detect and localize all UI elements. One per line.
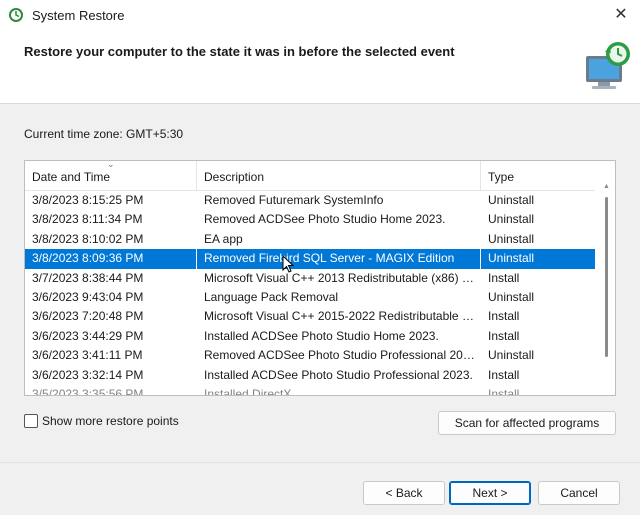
- row-description: Installed DirectX: [204, 386, 292, 396]
- row-description: Installed ACDSee Photo Studio Home 2023.: [204, 328, 439, 343]
- cancel-button[interactable]: Cancel: [538, 481, 620, 505]
- row-type: Install: [488, 328, 520, 343]
- scroll-up-icon[interactable]: ▲: [603, 183, 610, 190]
- table-row[interactable]: 3/8/2023 8:11:34 PM Removed ACDSee Photo…: [25, 210, 595, 229]
- column-header-type-label: Type: [488, 170, 515, 184]
- row-date: 3/8/2023 8:09:36 PM: [25, 249, 197, 269]
- table-row[interactable]: 3/8/2023 8:15:25 PM Removed Futuremark S…: [25, 191, 595, 210]
- table-row[interactable]: 3/8/2023 8:10:02 PM EA app Uninstall: [25, 230, 595, 249]
- restore-points-list[interactable]: ⌄ Date and Time Description Type 3/8/202…: [24, 160, 616, 396]
- row-description: Removed ACDSee Photo Studio Home 2023.: [204, 212, 446, 227]
- show-more-checkbox[interactable]: [24, 414, 38, 428]
- wizard-header: Restore your computer to the state it wa…: [0, 32, 640, 104]
- table-row[interactable]: 3/6/2023 7:20:48 PM Microsoft Visual C++…: [25, 307, 595, 326]
- column-header-description-label: Description: [204, 170, 265, 184]
- row-description: Microsoft Visual C++ 2013 Redistributabl…: [204, 270, 481, 285]
- row-date: 3/6/2023 9:43:04 PM: [32, 289, 144, 304]
- row-description: Removed ACDSee Photo Studio Professional…: [204, 348, 480, 363]
- table-row[interactable]: 3/6/2023 3:41:11 PM Removed ACDSee Photo…: [25, 346, 595, 365]
- row-description: Removed Futuremark SystemInfo: [204, 193, 384, 207]
- list-rows: 3/8/2023 8:15:25 PM Removed Futuremark S…: [25, 191, 595, 396]
- close-icon: ✕: [614, 6, 628, 23]
- row-type: Uninstall: [488, 212, 535, 227]
- row-date: 3/8/2023 8:15:25 PM: [32, 193, 144, 207]
- row-type: Install: [488, 270, 520, 285]
- row-description: Installed ACDSee Photo Studio Profession…: [204, 367, 473, 382]
- close-button[interactable]: ✕: [606, 2, 636, 28]
- row-date: 3/7/2023 8:38:44 PM: [32, 270, 144, 285]
- row-type: Install: [488, 367, 520, 382]
- list-header: ⌄ Date and Time Description Type: [25, 161, 595, 191]
- row-date: 3/8/2023 8:10:02 PM: [32, 231, 144, 246]
- table-row-selected[interactable]: 3/8/2023 8:09:36 PM Removed Firebird SQL…: [25, 249, 595, 269]
- row-type: Uninstall: [488, 251, 535, 266]
- scrollbar-thumb[interactable]: [605, 197, 608, 357]
- timezone-label: Current time zone: GMT+5:30: [24, 127, 184, 141]
- column-header-type[interactable]: Type: [481, 161, 595, 191]
- row-type: Uninstall: [488, 193, 535, 207]
- vertical-scrollbar[interactable]: ▲: [599, 183, 615, 395]
- row-date: 3/6/2023 3:41:11 PM: [32, 348, 143, 363]
- row-date: 3/6/2023 3:44:29 PM: [32, 328, 144, 343]
- table-row[interactable]: 3/6/2023 9:43:04 PM Language Pack Remova…: [25, 288, 595, 307]
- next-button[interactable]: Next >: [449, 481, 531, 505]
- row-type: Uninstall: [488, 289, 535, 304]
- row-type: Uninstall: [488, 348, 535, 363]
- row-date: 3/6/2023 7:20:48 PM: [32, 309, 144, 324]
- window-title: System Restore: [32, 8, 125, 23]
- table-row[interactable]: 3/6/2023 3:44:29 PM Installed ACDSee Pho…: [25, 327, 595, 346]
- column-header-date-label: Date and Time: [32, 170, 111, 184]
- row-description: Removed Firebird SQL Server - MAGIX Edit…: [197, 249, 481, 269]
- row-description: EA app: [204, 231, 243, 246]
- show-more-label: Show more restore points: [42, 414, 179, 428]
- back-button[interactable]: < Back: [363, 481, 445, 505]
- table-row[interactable]: 3/7/2023 8:38:44 PM Microsoft Visual C++…: [25, 269, 595, 288]
- title-bar: System Restore ✕: [0, 0, 640, 32]
- header-instruction: Restore your computer to the state it wa…: [24, 44, 455, 59]
- column-header-description[interactable]: Description: [197, 161, 481, 191]
- system-restore-icon: [9, 8, 23, 22]
- table-row[interactable]: 3/5/2023 3:35:56 PM Installed DirectX In…: [25, 385, 595, 396]
- row-description: Language Pack Removal: [204, 289, 339, 304]
- row-date: 3/6/2023 3:32:14 PM: [32, 367, 144, 382]
- row-date: 3/5/2023 3:35:56 PM: [32, 386, 144, 396]
- row-date: 3/8/2023 8:11:34 PM: [32, 212, 143, 227]
- row-type: Uninstall: [488, 231, 535, 246]
- row-description: Microsoft Visual C++ 2015-2022 Redistrib…: [204, 309, 481, 324]
- mouse-cursor-icon: [282, 255, 294, 273]
- system-restore-monitor-icon: [586, 42, 630, 89]
- sort-descending-icon: ⌄: [107, 160, 115, 169]
- footer-divider: [0, 462, 640, 463]
- column-header-date[interactable]: ⌄ Date and Time: [25, 161, 197, 191]
- row-type: Install: [488, 309, 520, 324]
- table-row[interactable]: 3/6/2023 3:32:14 PM Installed ACDSee Pho…: [25, 366, 595, 385]
- row-type: Install: [488, 386, 520, 396]
- scan-affected-programs-button[interactable]: Scan for affected programs: [438, 411, 616, 435]
